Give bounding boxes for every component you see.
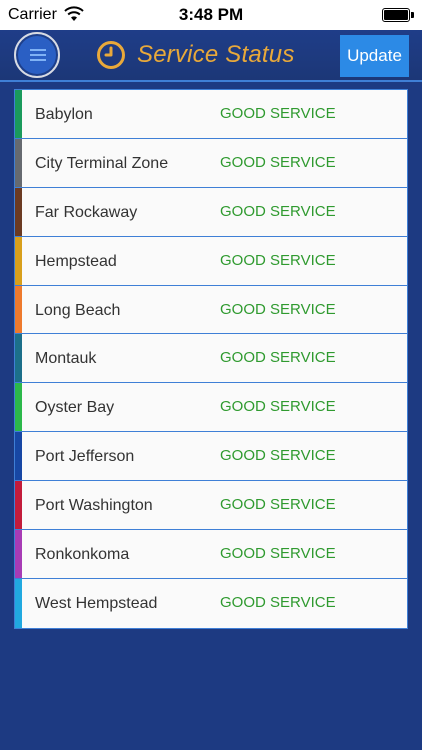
service-status: GOOD SERVICE bbox=[220, 593, 336, 611]
service-status: GOOD SERVICE bbox=[220, 545, 336, 563]
list-item[interactable]: Oyster Bay GOOD SERVICE bbox=[15, 383, 407, 433]
branch-color-swatch bbox=[15, 578, 22, 628]
branch-color-swatch bbox=[15, 334, 22, 383]
branch-name: Babylon bbox=[35, 106, 93, 123]
branch-color-swatch bbox=[15, 236, 22, 285]
service-status: GOOD SERVICE bbox=[220, 300, 336, 318]
list-item[interactable]: Babylon GOOD SERVICE bbox=[15, 90, 407, 139]
branch-name: Montauk bbox=[35, 350, 97, 368]
branch-color-swatch bbox=[15, 187, 22, 236]
status-bar: Carrier 3:48 PM bbox=[0, 0, 422, 30]
branch-status-list: Babylon GOOD SERVICE City Terminal Zone GOO… bbox=[14, 89, 408, 629]
service-status: GOOD SERVICE bbox=[220, 105, 336, 122]
battery-icon bbox=[382, 8, 414, 22]
menu-button[interactable] bbox=[14, 32, 60, 78]
status-time: 3:48 PM bbox=[178, 5, 244, 24]
hamburger-icon bbox=[30, 49, 46, 51]
list-item[interactable]: West Hempstead GOOD SERVICE bbox=[15, 578, 407, 628]
service-status: GOOD SERVICE bbox=[220, 447, 336, 465]
branch-name: Hempstead bbox=[35, 252, 117, 270]
list-item[interactable]: Long Beach GOOD SERVICE bbox=[15, 285, 407, 335]
list-item[interactable]: Hempstead GOOD SERVICE bbox=[15, 236, 407, 286]
page-title: Service Status bbox=[137, 41, 295, 68]
service-status: GOOD SERVICE bbox=[220, 398, 336, 416]
list-item[interactable]: Port Jefferson GOOD SERVICE bbox=[15, 432, 407, 482]
list-item[interactable]: Far Rockaway GOOD SERVICE bbox=[15, 187, 407, 237]
branch-name: Port Jefferson bbox=[35, 448, 135, 466]
service-status: GOOD SERVICE bbox=[220, 153, 336, 171]
list-item[interactable]: City Terminal Zone GOOD SERVICE bbox=[15, 138, 407, 188]
list-item[interactable]: Port Washington GOOD SERVICE bbox=[15, 481, 407, 531]
branch-color-swatch bbox=[15, 90, 22, 138]
branch-color-swatch bbox=[15, 432, 22, 481]
branch-name: City Terminal Zone bbox=[35, 154, 169, 172]
branch-name: Far Rockaway bbox=[35, 203, 138, 221]
navigation-bar: Service Status Update bbox=[0, 30, 422, 82]
branch-name: Long Beach bbox=[35, 301, 121, 319]
branch-color-swatch bbox=[15, 383, 22, 432]
branch-color-swatch bbox=[15, 285, 22, 334]
service-status: GOOD SERVICE bbox=[220, 496, 336, 514]
branch-color-swatch bbox=[15, 530, 22, 578]
branch-name: West Hempstead bbox=[35, 594, 158, 612]
update-button[interactable]: Update bbox=[340, 35, 409, 77]
branch-name: Ronkonkoma bbox=[35, 546, 130, 564]
branch-name: Oyster Bay bbox=[35, 399, 115, 417]
service-status: GOOD SERVICE bbox=[220, 202, 336, 220]
branch-color-swatch bbox=[15, 138, 22, 187]
list-item[interactable]: Ronkonkoma GOOD SERVICE bbox=[15, 530, 407, 579]
branch-name: Port Washington bbox=[35, 497, 153, 515]
clock-icon bbox=[97, 41, 125, 69]
branch-color-swatch bbox=[15, 481, 22, 530]
list-item[interactable]: Montauk GOOD SERVICE bbox=[15, 334, 407, 384]
service-status: GOOD SERVICE bbox=[220, 349, 336, 367]
service-status: GOOD SERVICE bbox=[220, 251, 336, 269]
